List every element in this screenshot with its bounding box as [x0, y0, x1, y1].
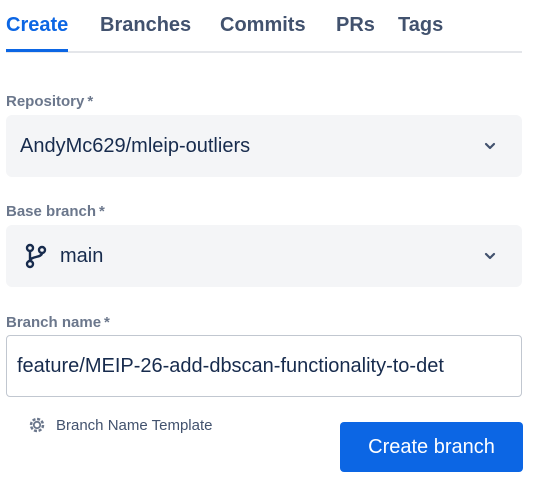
- branch-name-input[interactable]: [17, 336, 515, 396]
- branch-icon: [25, 243, 47, 269]
- branch-name-field[interactable]: [6, 335, 522, 397]
- required-marker: *: [87, 93, 94, 110]
- tab-prs[interactable]: PRs: [336, 14, 375, 37]
- chevron-down-icon: [484, 142, 496, 150]
- tab-tags[interactable]: Tags: [398, 14, 443, 37]
- repository-label: Repository *: [6, 93, 93, 110]
- gear-icon: [29, 417, 45, 433]
- chevron-down-icon: [484, 252, 496, 260]
- base-branch-value: main: [60, 245, 104, 267]
- create-branch-button[interactable]: Create branch: [340, 422, 523, 472]
- required-marker: *: [104, 314, 110, 331]
- repository-label-text: Repository: [6, 93, 85, 110]
- branch-name-label: Branch name *: [6, 314, 110, 331]
- tab-create[interactable]: Create: [6, 14, 69, 52]
- tab-commits[interactable]: Commits: [220, 14, 306, 37]
- repository-select[interactable]: AndyMc629/mleip-outliers: [6, 115, 522, 177]
- base-branch-select[interactable]: main: [6, 225, 522, 287]
- branch-name-label-text: Branch name: [6, 314, 102, 331]
- repository-value: AndyMc629/mleip-outliers: [20, 135, 251, 157]
- branch-name-template-label: Branch Name Template: [56, 417, 213, 434]
- tab-bar: Create Branches Commits PRs Tags: [6, 0, 522, 53]
- tab-branches[interactable]: Branches: [100, 14, 191, 37]
- base-branch-label: Base branch *: [6, 203, 105, 220]
- base-branch-label-text: Base branch: [6, 203, 97, 220]
- required-marker: *: [99, 203, 105, 220]
